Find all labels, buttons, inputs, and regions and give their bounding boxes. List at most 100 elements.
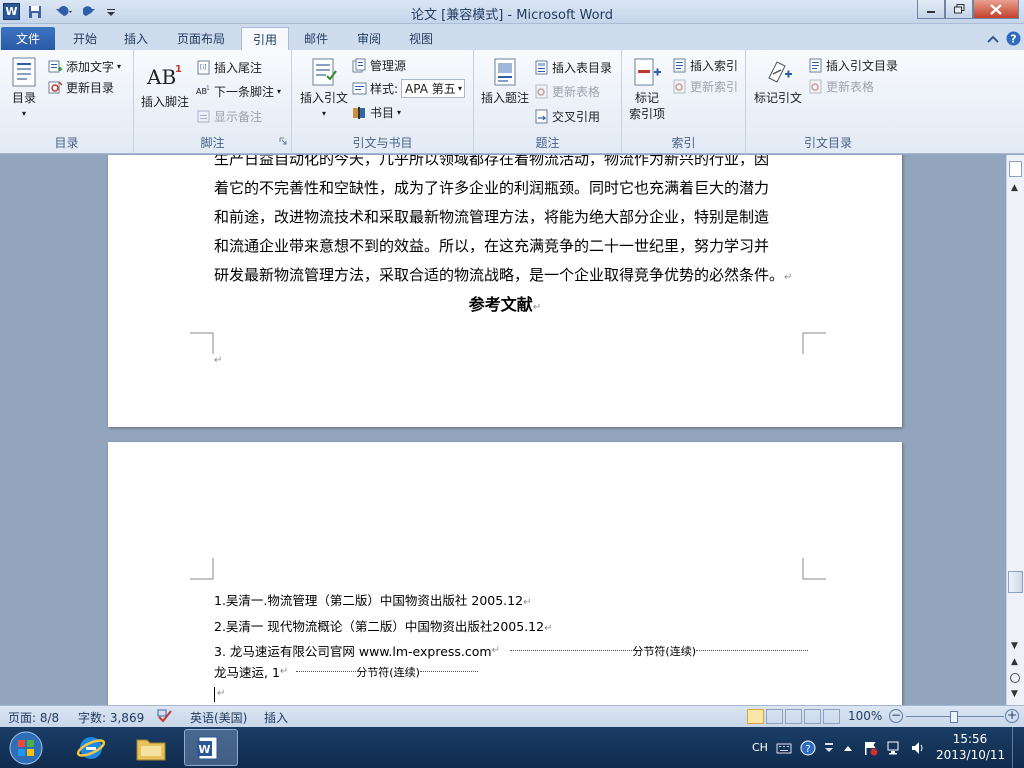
insert-table-of-figures-label: 插入表目录 <box>552 60 613 75</box>
tab-mailings[interactable]: 邮件 <box>294 27 338 50</box>
paragraph-mark: ↵ <box>523 597 532 608</box>
document-page-current[interactable]: 1.吴清一.物流管理（第二版）中国物资出版社 2005.12↵ 2.吴清一 现代… <box>108 442 902 705</box>
insert-toa-button[interactable]: 插入引文目录 <box>808 55 898 75</box>
tab-view[interactable]: 视图 <box>398 27 444 50</box>
zoom-slider-thumb[interactable] <box>950 711 958 723</box>
full-screen-reading-view-icon[interactable] <box>766 709 783 724</box>
ime-help-icon[interactable]: ? <box>800 740 816 756</box>
group-label-toa: 引文目录 <box>803 136 852 150</box>
paragraph-line: 生产日益自动化的今天，几乎所以领域都存在着物流活动，物流作为新兴的行业，因 <box>214 155 770 168</box>
update-toa-button[interactable]: 更新表格 <box>808 76 874 96</box>
toc-button[interactable]: 目录 ▾ <box>6 56 42 122</box>
insert-footnote-button[interactable]: AB 1 插入脚注 <box>138 60 192 110</box>
update-table-label: 更新表格 <box>552 84 601 99</box>
insert-table-of-figures-button[interactable]: 插入表目录 <box>534 57 612 77</box>
insert-caption-button[interactable]: 插入题注 <box>480 56 530 106</box>
reference-text: 1.吴清一.物流管理（第二版）中国物资出版社 2005.12 <box>214 593 524 608</box>
start-button[interactable] <box>4 729 48 766</box>
bibliography-button[interactable]: 书目 ▾ <box>352 102 401 122</box>
tab-page-layout[interactable]: 页面布局 <box>166 27 236 50</box>
citation-style-dropdown[interactable]: APA 第五 ▾ <box>401 78 466 98</box>
scroll-down-icon[interactable]: ▼ <box>1011 641 1018 651</box>
language-status[interactable]: 英语(美国) <box>190 709 247 726</box>
mark-citation-button[interactable]: 标记引文 <box>750 56 806 106</box>
next-footnote-button[interactable]: AB 1 下一条脚注 ▾ <box>196 81 281 101</box>
show-notes-button[interactable]: 显示备注 <box>196 106 262 126</box>
insert-index-button[interactable]: 插入索引 <box>672 55 738 75</box>
web-layout-view-icon[interactable] <box>785 709 802 724</box>
internet-explorer-taskbar-button[interactable] <box>68 729 114 766</box>
reference-item: 3. 龙马速运有限公司官网 www.lm-express.com ↵ 分节符(连续… <box>214 641 808 660</box>
mark-entry-button[interactable]: 标记 索引项 <box>626 56 668 122</box>
close-button[interactable] <box>973 0 1019 19</box>
insert-citation-button[interactable]: 插入引文 ▾ <box>296 56 352 122</box>
vertical-scrollbar[interactable]: ▲ ▼ ▲ ▼ <box>1006 155 1024 705</box>
cross-reference-button[interactable]: 交叉引用 <box>534 106 600 126</box>
paragraph-mark: ↵ <box>784 272 793 283</box>
scrollbar-thumb[interactable] <box>1008 571 1023 593</box>
action-center-flag-icon[interactable] <box>862 740 878 756</box>
windows-taskbar: W CH ? 15:56 2013/10/11 <box>0 727 1024 768</box>
tab-review[interactable]: 审阅 <box>346 27 392 50</box>
insert-endnote-button[interactable]: [i] 插入尾注 <box>196 57 262 77</box>
bibliography-label: 书目 <box>370 105 395 120</box>
document-area[interactable]: 生产日益自动化的今天，几乎所以领域都存在着物流活动，物流作为新兴的行业，因 着它… <box>0 155 1006 705</box>
next-page-icon[interactable]: ▼ <box>1011 689 1018 699</box>
show-hidden-icons-icon[interactable] <box>842 743 854 753</box>
scroll-up-icon[interactable]: ▲ <box>1011 183 1018 193</box>
print-layout-view-icon[interactable] <box>747 709 764 724</box>
word-taskbar-button[interactable]: W <box>184 729 238 766</box>
text-cursor <box>214 687 215 702</box>
zoom-level[interactable]: 100% <box>848 709 882 723</box>
toc-label: 目录 <box>11 91 36 105</box>
footnote-dialog-launcher-icon[interactable] <box>279 134 287 148</box>
keyboard-icon[interactable] <box>776 741 792 755</box>
zoom-out-button[interactable]: − <box>889 709 903 723</box>
section-break-line <box>296 671 357 672</box>
outline-view-icon[interactable] <box>804 709 821 724</box>
word-app-icon: W <box>197 736 218 759</box>
draft-view-icon[interactable] <box>823 709 840 724</box>
select-browse-object-icon[interactable] <box>1010 673 1020 683</box>
ruler-toggle-icon[interactable] <box>1009 161 1022 177</box>
paragraph-line-text: 研发最新物流管理方法，采取合适的物流战略，是一个企业取得竞争优势的必然条件。 <box>214 266 785 284</box>
page-count-status[interactable]: 页面: 8/8 <box>8 709 59 726</box>
word-count-status[interactable]: 字数: 3,869 <box>78 709 144 726</box>
citation-style-value: APA 第五 <box>405 81 456 96</box>
clock[interactable]: 15:56 2013/10/11 <box>936 731 1005 763</box>
citation-style-icon <box>352 82 367 94</box>
next-footnote-label: 下一条脚注 <box>214 84 275 99</box>
reference-item: 2.吴清一 现代物流概论（第二版）中国物资出版社2005.12↵ <box>214 616 552 635</box>
mark-entry-label: 标记 索引项 <box>628 91 665 121</box>
update-index-button[interactable]: 更新索引 <box>672 76 738 96</box>
help-icon[interactable]: ? <box>1004 27 1022 50</box>
mark-citation-icon <box>763 56 793 88</box>
add-text-icon <box>48 60 62 72</box>
restore-button[interactable] <box>945 0 973 19</box>
update-toc-button[interactable]: 更新目录 <box>48 77 114 97</box>
ime-indicator[interactable]: CH <box>752 741 768 754</box>
proofing-icon[interactable] <box>157 709 173 726</box>
file-explorer-taskbar-button[interactable] <box>126 729 176 766</box>
minimize-ribbon-icon[interactable] <box>984 27 1002 50</box>
update-table-button[interactable]: 更新表格 <box>534 81 600 101</box>
minimize-button[interactable] <box>917 0 945 19</box>
insert-index-label: 插入索引 <box>690 58 739 73</box>
volume-icon[interactable] <box>910 740 926 756</box>
network-icon[interactable] <box>886 740 902 756</box>
document-page-previous[interactable]: 生产日益自动化的今天，几乎所以领域都存在着物流活动，物流作为新兴的行业，因 着它… <box>108 155 902 427</box>
add-text-label: 添加文字 <box>66 59 115 74</box>
tab-file[interactable]: 文件 <box>1 27 55 50</box>
zoom-in-button[interactable]: + <box>1005 709 1019 723</box>
add-text-button[interactable]: 添加文字 ▾ <box>48 56 121 76</box>
show-desktop-button[interactable] <box>1012 727 1024 768</box>
clock-time: 15:56 <box>952 732 988 746</box>
previous-page-icon[interactable]: ▲ <box>1011 657 1018 667</box>
tab-insert[interactable]: 插入 <box>114 27 158 50</box>
tab-references[interactable]: 引用 <box>241 27 289 50</box>
ime-options-icon[interactable] <box>824 742 834 754</box>
manage-sources-button[interactable]: 管理源 <box>352 55 406 75</box>
insert-mode-status[interactable]: 插入 <box>264 709 288 726</box>
group-label-index: 索引 <box>671 136 696 150</box>
tab-home[interactable]: 开始 <box>62 27 108 50</box>
